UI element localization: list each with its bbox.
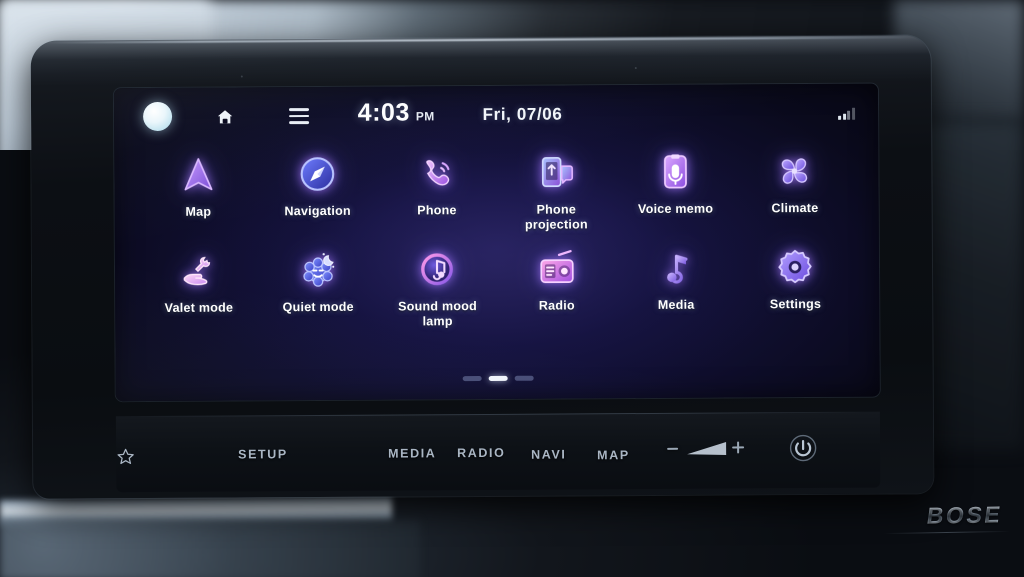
- app-tile-quiet-mode[interactable]: Quiet mode: [264, 249, 372, 315]
- app-tile-settings[interactable]: Settings: [741, 246, 849, 312]
- app-label: Settings: [769, 296, 822, 312]
- phone-handset-icon: [416, 152, 458, 194]
- bose-logo: BOSE: [924, 501, 1005, 529]
- clock-ampm: PM: [415, 109, 435, 124]
- app-grid: Map Navigation Phone Phone projection Vo…: [114, 142, 879, 331]
- app-tile-phone[interactable]: Phone: [383, 152, 491, 218]
- status-bar: 4:03 PM Fri, 07/06: [114, 84, 878, 145]
- page-dot[interactable]: [514, 375, 534, 381]
- app-label: Valet mode: [164, 300, 234, 315]
- app-label: Sound mood lamp: [398, 299, 478, 328]
- dust-speck: [240, 75, 243, 78]
- app-label: Quiet mode: [282, 299, 354, 315]
- app-tile-voice-memo[interactable]: Voice memo: [621, 150, 729, 216]
- phone-projection-icon: [535, 151, 577, 193]
- app-tile-radio[interactable]: Radio: [503, 247, 611, 313]
- infotainment-display[interactable]: 4:03 PM Fri, 07/06 Map Navigation Phone …: [113, 83, 880, 402]
- head-unit-bezel: 4:03 PM Fri, 07/06 Map Navigation Phone …: [30, 35, 934, 499]
- music-note-circle-icon: [416, 248, 458, 290]
- app-tile-valet-mode[interactable]: Valet mode: [145, 249, 253, 315]
- app-tile-media[interactable]: Media: [622, 246, 730, 312]
- app-tile-map[interactable]: Map: [144, 153, 252, 219]
- clock-date: Fri, 07/06: [482, 104, 563, 124]
- gear-icon: [774, 246, 816, 288]
- map-arrow-icon: [177, 154, 219, 196]
- app-label: Radio: [538, 298, 575, 313]
- app-label: Phone projection: [524, 202, 588, 232]
- hardkey-media[interactable]: MEDIA: [388, 446, 436, 460]
- bezel-glare: [30, 35, 931, 87]
- sleeping-face-icon: [297, 249, 339, 291]
- app-tile-navigation[interactable]: Navigation: [263, 153, 371, 219]
- compass-icon: [296, 153, 338, 195]
- app-label: Phone: [417, 203, 457, 218]
- volume-wedge-icon[interactable]: [686, 441, 728, 457]
- app-label: Navigation: [284, 203, 351, 219]
- app-label: Climate: [771, 200, 819, 216]
- clock-time: 4:03: [357, 98, 410, 127]
- app-tile-sound-mood-lamp[interactable]: Sound mood lamp: [383, 248, 491, 329]
- page-dot[interactable]: [462, 376, 482, 382]
- app-label: Voice memo: [637, 201, 714, 217]
- signal-strength-icon: [838, 106, 856, 120]
- hardkey-navi[interactable]: NAVI: [531, 447, 566, 461]
- app-label: Map: [185, 204, 212, 219]
- voice-recorder-icon: [654, 151, 696, 193]
- hand-key-icon: [178, 250, 220, 292]
- minus-icon[interactable]: [667, 447, 679, 450]
- dust-speck: [634, 67, 637, 70]
- dashboard-texture: [0, 520, 420, 577]
- hardkey-setup[interactable]: SETUP: [238, 447, 288, 461]
- app-tile-phone-projection[interactable]: Phone projection: [502, 151, 610, 232]
- hardkey-map[interactable]: MAP: [597, 448, 630, 462]
- music-note-icon: [655, 247, 697, 289]
- power-icon[interactable]: [788, 433, 818, 463]
- app-row-1: Map Navigation Phone Phone projection Vo…: [138, 150, 854, 234]
- hardkey-bar: SETUP MEDIA RADIO NAVI MAP: [116, 416, 880, 493]
- star-icon[interactable]: [116, 447, 135, 466]
- hardkey-radio[interactable]: RADIO: [457, 446, 505, 460]
- app-label: Media: [657, 297, 695, 312]
- hamburger-menu-icon[interactable]: [289, 108, 310, 125]
- plus-icon[interactable]: [732, 441, 745, 454]
- car-infotainment-scene: 4:03 PM Fri, 07/06 Map Navigation Phone …: [0, 0, 1024, 577]
- app-row-2: Valet mode Quiet mode Sound mood lamp Ra…: [139, 246, 855, 330]
- app-tile-climate[interactable]: Climate: [741, 150, 849, 216]
- fan-blades-icon: [774, 150, 816, 192]
- page-dot-active[interactable]: [488, 375, 508, 381]
- assistant-circle-icon[interactable]: [142, 101, 173, 132]
- radio-receiver-icon: [536, 247, 578, 289]
- home-icon[interactable]: [215, 108, 235, 126]
- page-indicator[interactable]: [116, 374, 880, 384]
